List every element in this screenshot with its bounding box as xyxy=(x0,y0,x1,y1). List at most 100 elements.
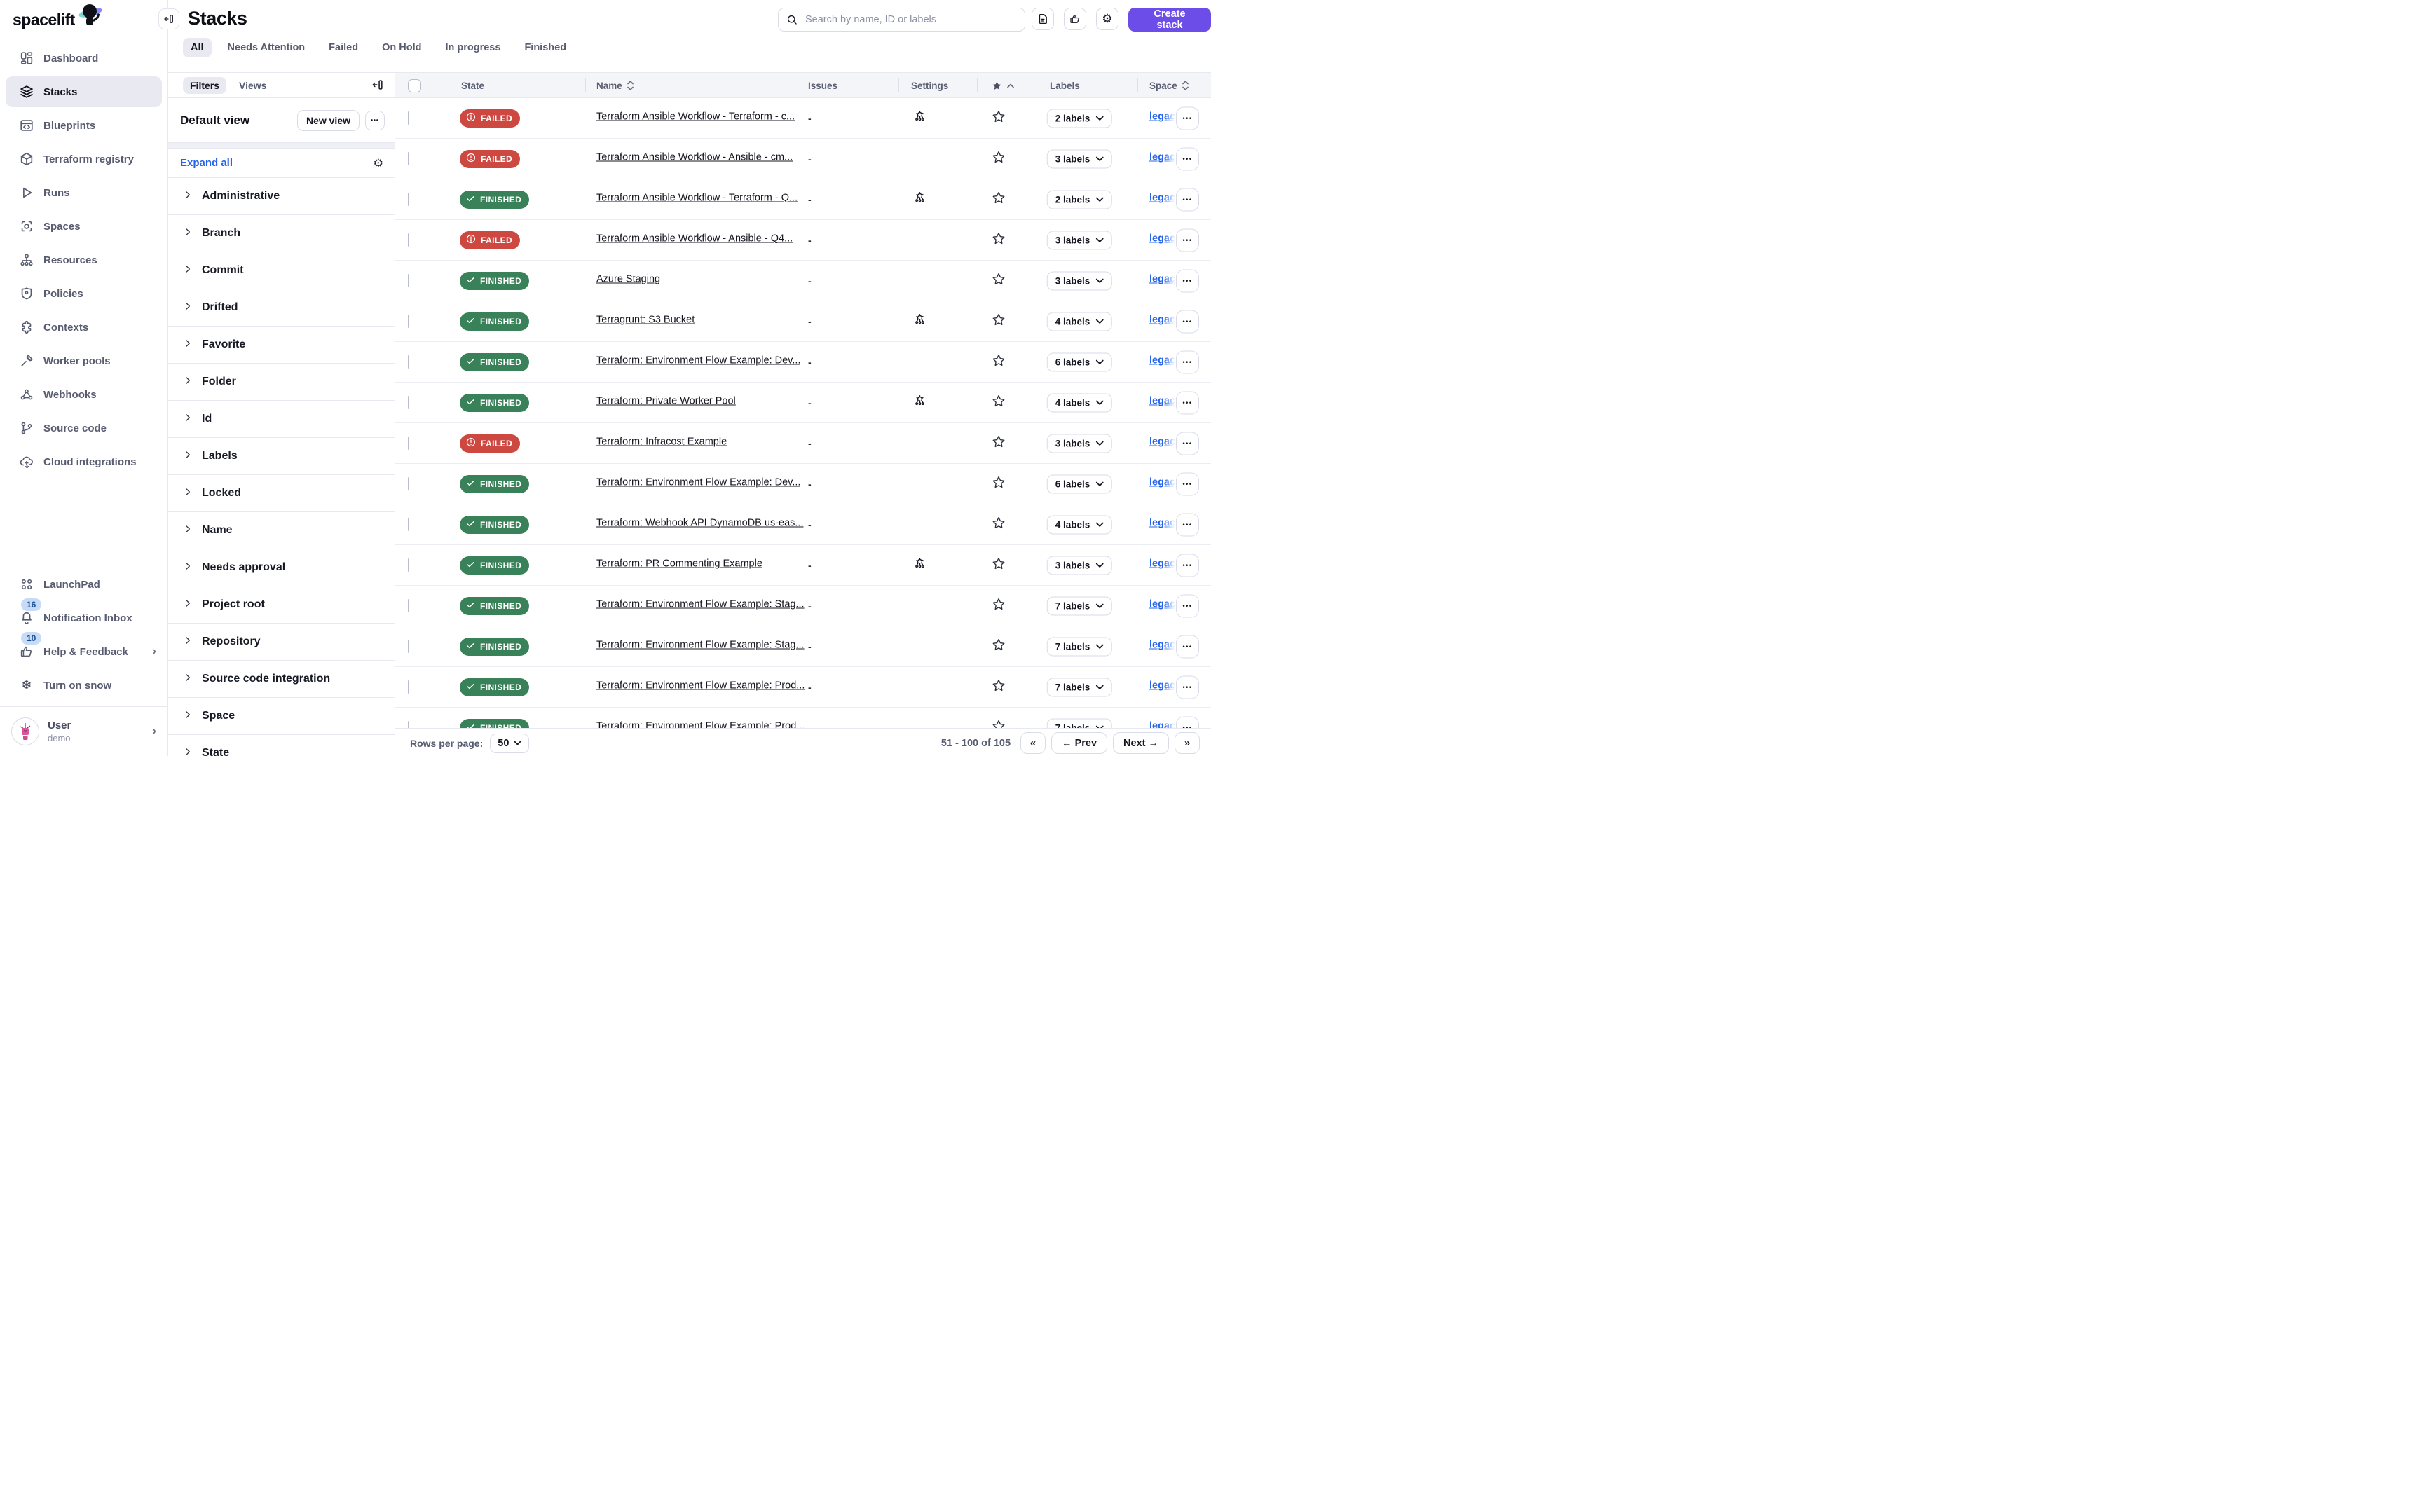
stack-name-link[interactable]: Terraform Ansible Workflow - Terraform -… xyxy=(596,111,795,122)
row-more-button[interactable]: ••• xyxy=(1176,147,1199,170)
sidebar-item-runs[interactable]: Runs xyxy=(0,176,167,209)
column-name[interactable]: Name xyxy=(596,73,634,98)
favorite-star-icon[interactable] xyxy=(991,678,1006,696)
labels-dropdown[interactable]: 2 labels xyxy=(1047,190,1112,209)
labels-dropdown[interactable]: 3 labels xyxy=(1047,149,1112,168)
column-space[interactable]: Space xyxy=(1149,73,1189,98)
row-checkbox[interactable] xyxy=(408,315,409,328)
sidebar-item-policies[interactable]: Policies xyxy=(0,277,167,310)
space-link[interactable]: legacy xyxy=(1149,476,1176,488)
space-link[interactable]: legacy xyxy=(1149,233,1176,244)
sidebar-item-help-feedback[interactable]: Help & Feedback 10› xyxy=(0,635,167,668)
stack-name-link[interactable]: Terraform: Environment Flow Example: Sta… xyxy=(596,598,805,610)
space-link[interactable]: legacy xyxy=(1149,558,1176,569)
sidebar-item-cloud-integrations[interactable]: Cloud integrations xyxy=(0,445,167,479)
space-link[interactable]: legacy xyxy=(1149,314,1176,325)
tab-on-hold[interactable]: On Hold xyxy=(374,38,429,57)
filter-category-locked[interactable]: Locked xyxy=(168,475,395,512)
row-more-button[interactable]: ••• xyxy=(1176,228,1199,252)
rows-per-page-select[interactable]: 50 xyxy=(490,734,529,753)
row-checkbox[interactable] xyxy=(408,680,409,694)
filter-category-drifted[interactable]: Drifted xyxy=(168,289,395,327)
new-view-button[interactable]: New view xyxy=(297,110,360,131)
stack-name-link[interactable]: Terraform: Environment Flow Example: Pro… xyxy=(596,680,805,691)
next-page-button[interactable]: Next → xyxy=(1113,732,1169,754)
row-checkbox[interactable] xyxy=(408,640,409,653)
sidebar-item-dashboard[interactable]: Dashboard xyxy=(0,41,167,75)
row-more-button[interactable]: ••• xyxy=(1176,675,1199,699)
row-checkbox[interactable] xyxy=(408,355,409,369)
filter-category-favorite[interactable]: Favorite xyxy=(168,327,395,364)
row-more-button[interactable]: ••• xyxy=(1176,554,1199,577)
tab-all[interactable]: All xyxy=(183,38,212,57)
search-input[interactable] xyxy=(778,8,1025,32)
column-favorite[interactable] xyxy=(991,73,1014,98)
labels-dropdown[interactable]: 3 labels xyxy=(1047,434,1112,453)
stack-name-link[interactable]: Terraform: Webhook API DynamoDB us-eas..… xyxy=(596,517,804,528)
filter-category-folder[interactable]: Folder xyxy=(168,364,395,401)
stack-name-link[interactable]: Terragrunt: S3 Bucket xyxy=(596,314,695,325)
space-link[interactable]: legacy xyxy=(1149,111,1176,122)
tab-failed[interactable]: Failed xyxy=(321,38,366,57)
favorite-star-icon[interactable] xyxy=(991,637,1006,656)
filter-category-commit[interactable]: Commit xyxy=(168,252,395,289)
favorite-star-icon[interactable] xyxy=(991,596,1006,615)
space-link[interactable]: legacy xyxy=(1149,639,1176,650)
row-more-button[interactable]: ••• xyxy=(1176,106,1199,130)
stack-name-link[interactable]: Terraform: Environment Flow Example: Sta… xyxy=(596,639,805,650)
row-more-button[interactable]: ••• xyxy=(1176,350,1199,373)
filter-category-space[interactable]: Space xyxy=(168,698,395,735)
filter-category-state[interactable]: State xyxy=(168,735,395,756)
labels-dropdown[interactable]: 4 labels xyxy=(1047,393,1112,412)
column-labels[interactable]: Labels xyxy=(1050,73,1080,98)
stack-name-link[interactable]: Azure Staging xyxy=(596,273,660,284)
row-checkbox[interactable] xyxy=(408,599,409,612)
tab-filters[interactable]: Filters xyxy=(183,77,226,94)
stack-name-link[interactable]: Terraform: Private Worker Pool xyxy=(596,395,736,406)
favorite-star-icon[interactable] xyxy=(991,556,1006,575)
space-link[interactable]: legacy xyxy=(1149,273,1176,284)
filter-category-labels[interactable]: Labels xyxy=(168,438,395,475)
row-more-button[interactable]: ••• xyxy=(1176,432,1199,455)
stack-name-link[interactable]: Terraform Ansible Workflow - Ansible - Q… xyxy=(596,233,793,244)
filter-settings-gear-icon[interactable]: ⚙ xyxy=(374,156,383,170)
row-more-button[interactable]: ••• xyxy=(1176,188,1199,211)
space-link[interactable]: legacy xyxy=(1149,598,1176,610)
space-link[interactable]: legacy xyxy=(1149,395,1176,406)
favorite-star-icon[interactable] xyxy=(991,515,1006,534)
labels-dropdown[interactable]: 3 labels xyxy=(1047,556,1112,575)
space-link[interactable]: legacy xyxy=(1149,517,1176,528)
space-link[interactable]: legacy xyxy=(1149,151,1176,163)
sidebar-item-stacks[interactable]: Stacks xyxy=(0,75,167,109)
row-checkbox[interactable] xyxy=(408,396,409,409)
stack-name-link[interactable]: Terraform: PR Commenting Example xyxy=(596,558,762,569)
space-link[interactable]: legacy xyxy=(1149,355,1176,366)
panel-collapse-icon[interactable] xyxy=(371,78,385,95)
row-checkbox[interactable] xyxy=(408,193,409,206)
feedback-button[interactable] xyxy=(1064,8,1086,30)
labels-dropdown[interactable]: 2 labels xyxy=(1047,109,1112,128)
labels-dropdown[interactable]: 3 labels xyxy=(1047,231,1112,249)
sidebar-item-resources[interactable]: Resources xyxy=(0,243,167,277)
tab-finished[interactable]: Finished xyxy=(516,38,574,57)
filter-category-needs-approval[interactable]: Needs approval xyxy=(168,549,395,586)
labels-dropdown[interactable]: 4 labels xyxy=(1047,515,1112,534)
sidebar-item-worker-pools[interactable]: Worker pools xyxy=(0,344,167,378)
row-checkbox[interactable] xyxy=(408,111,409,125)
sidebar-collapse-button[interactable] xyxy=(158,8,179,29)
labels-dropdown[interactable]: 3 labels xyxy=(1047,271,1112,290)
favorite-star-icon[interactable] xyxy=(991,312,1006,331)
sidebar-item-terraform-registry[interactable]: Terraform registry xyxy=(0,142,167,176)
tab-needs-attention[interactable]: Needs Attention xyxy=(220,38,313,57)
stack-name-link[interactable]: Terraform: Infracost Example xyxy=(596,436,727,447)
tab-views[interactable]: Views xyxy=(232,77,273,94)
labels-dropdown[interactable]: 4 labels xyxy=(1047,312,1112,331)
expand-all-link[interactable]: Expand all xyxy=(180,157,233,169)
filter-category-administrative[interactable]: Administrative xyxy=(168,178,395,215)
sidebar-item-launchpad[interactable]: LaunchPad xyxy=(0,568,167,601)
row-checkbox[interactable] xyxy=(408,437,409,450)
settings-gear-button[interactable]: ⚙ xyxy=(1096,8,1118,30)
stack-name-link[interactable]: Terraform Ansible Workflow - Ansible - c… xyxy=(596,151,793,163)
labels-dropdown[interactable]: 7 labels xyxy=(1047,637,1112,656)
row-more-button[interactable]: ••• xyxy=(1176,513,1199,536)
